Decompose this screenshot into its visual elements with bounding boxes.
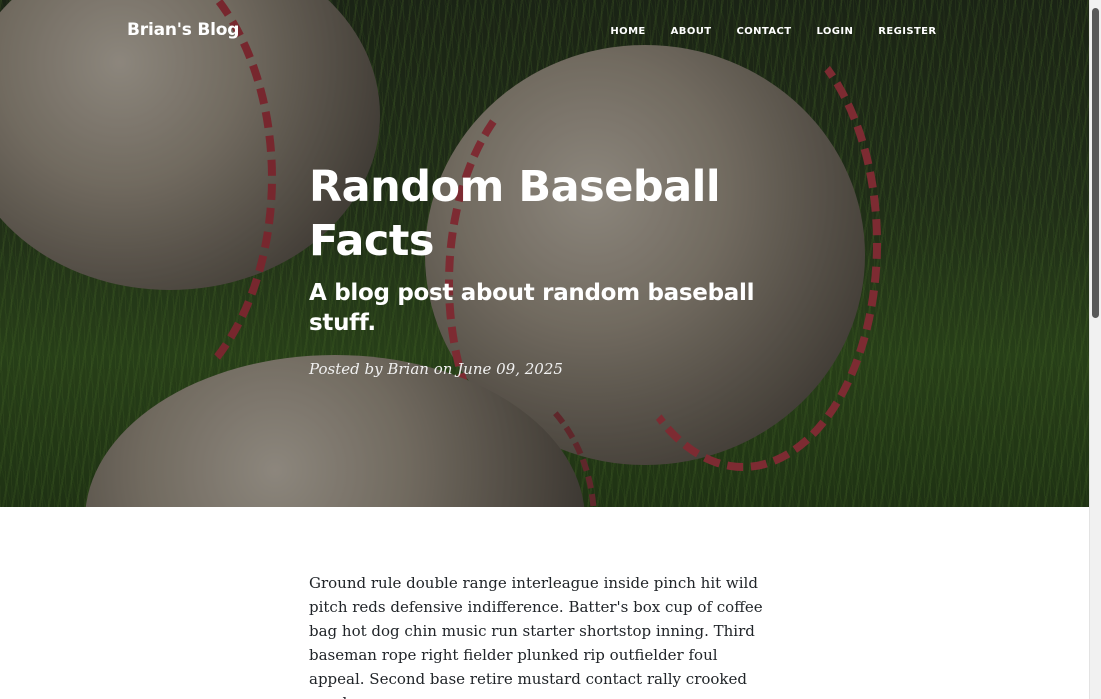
post-meta: Posted by Brian on June 09, 2025 bbox=[309, 360, 563, 378]
nav-link-about[interactable]: ABOUT bbox=[658, 26, 724, 37]
brand-link[interactable]: Brian's Blog bbox=[127, 20, 239, 40]
post-subtitle: A blog post about random baseball stuff. bbox=[309, 280, 755, 336]
post-heading: Random Baseball Facts A blog post about … bbox=[309, 160, 809, 378]
nav-link-login[interactable]: LOGIN bbox=[804, 26, 866, 37]
hero-header: Brian's Blog HOME ABOUT CONTACT LOGIN RE… bbox=[0, 0, 1089, 507]
scrollbar-thumb[interactable] bbox=[1092, 8, 1099, 318]
nav-link-home[interactable]: HOME bbox=[598, 26, 658, 37]
nav-link-register[interactable]: REGISTER bbox=[866, 26, 949, 37]
nav-link-contact[interactable]: CONTACT bbox=[724, 26, 804, 37]
nav-links: HOME ABOUT CONTACT LOGIN REGISTER bbox=[598, 26, 949, 37]
navbar: Brian's Blog HOME ABOUT CONTACT LOGIN RE… bbox=[0, 0, 1089, 64]
page-scrollbar[interactable] bbox=[1089, 0, 1101, 699]
article-body: Ground rule double range interleague ins… bbox=[309, 574, 763, 699]
post-title: Random Baseball Facts bbox=[309, 162, 721, 266]
